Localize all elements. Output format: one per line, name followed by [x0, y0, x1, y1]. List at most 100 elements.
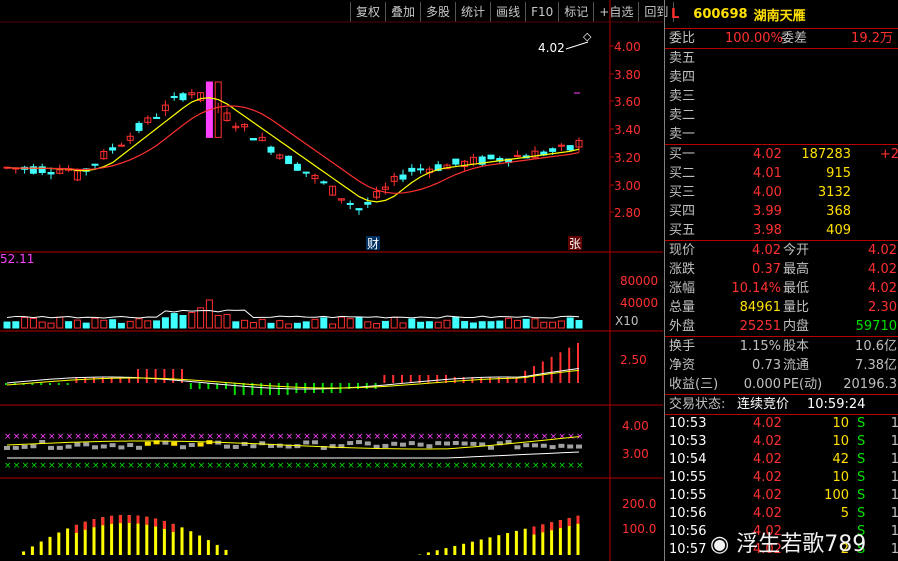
ind3-cross-bottom: × [224, 461, 232, 471]
price-axis-label: 3.20 [614, 151, 641, 165]
ind3-cross-bottom: × [118, 461, 126, 471]
ind3-cross-bottom: × [418, 461, 426, 471]
ind3-cross-top: × [294, 432, 302, 442]
candle-body [267, 146, 275, 153]
trade-status-row: 交易状态: 连续竞价 10:59:24 [665, 395, 898, 415]
tick-side: S [857, 452, 866, 467]
ind3-cross-bottom: × [550, 461, 558, 471]
ind3-cross-top: × [268, 432, 276, 442]
tick-time: 10:53 [669, 434, 707, 449]
tick-volume: 100 [824, 488, 849, 503]
ind3-cross-top: × [558, 432, 566, 442]
tick-volume: 42 [832, 452, 849, 467]
buy-row: 买五 3.98 409 [665, 221, 898, 240]
watermark: ◉ 浮生若歌789 [710, 526, 866, 558]
volume-bar [276, 320, 284, 329]
volume-bar [557, 320, 565, 329]
ind3-cross-top: × [215, 432, 223, 442]
ind3-block [549, 445, 556, 450]
ind3-axis-label: 4.00 [622, 419, 649, 433]
volume-bar [241, 319, 249, 329]
tick-side: S [857, 434, 866, 449]
ind3-cross-bottom: × [171, 461, 179, 471]
ind3-cross-bottom: × [66, 461, 74, 471]
ind3-cross-bottom: × [242, 461, 250, 471]
ind3-cross-top: × [462, 432, 470, 442]
stat-row: 总量 84961 量比 2.30 [665, 298, 898, 317]
ind3-block [100, 444, 107, 449]
stat-label: 换手 [669, 339, 696, 354]
volume-bar [355, 317, 363, 329]
stat-label: 量比 [783, 300, 810, 315]
ind3-cross-bottom: × [268, 461, 276, 471]
ind3-cross-bottom: × [250, 461, 258, 471]
trade-status: 连续竞价 [737, 397, 790, 412]
ind3-block [417, 442, 424, 447]
ind3-cross-bottom: × [365, 461, 373, 471]
volume-bar [390, 316, 398, 329]
ind3-cross-top: × [198, 432, 206, 442]
sell-label: 卖四 [669, 70, 696, 85]
tick-price: 4.02 [753, 452, 782, 467]
volume-bar [346, 318, 354, 329]
ind3-block [558, 443, 565, 448]
volume-bar [267, 322, 275, 329]
tick-price: 4.02 [753, 506, 782, 521]
ind3-cross-bottom: × [409, 461, 417, 471]
ind3-cross-top: × [523, 432, 531, 442]
trade-time: 10:59:24 [807, 397, 866, 412]
ind3-cross-bottom: × [400, 461, 408, 471]
ind3-cross-bottom: × [514, 461, 522, 471]
ind3-cross-top: × [488, 432, 496, 442]
stock-code[interactable]: 600698 [693, 7, 747, 22]
ind3-cross-bottom: × [145, 461, 153, 471]
candle-body [355, 208, 363, 211]
tick-time: 10:56 [669, 524, 707, 539]
chart-canvas[interactable]: 4.00 3.80 3.60 3.40 3.20 3.00 2.80 4.02 ◇ 财 张 52.11… [0, 0, 663, 561]
ind3-cross-bottom: × [576, 461, 584, 471]
volume-bar [329, 323, 337, 329]
ind3-cross-top: × [391, 432, 399, 442]
candle-body [153, 116, 161, 119]
buy-row: 买四 3.99 368 [665, 202, 898, 221]
tick-price: 4.02 [753, 488, 782, 503]
ind3-block [540, 443, 547, 448]
ind3-block [576, 444, 582, 449]
kline-chart-area[interactable]: 复权 叠加 多股 统计 画线 F10 标记 +自选 回到 4.00 3.80 3.60 3.40 3.2… [0, 0, 675, 561]
ind3-cross-top: × [418, 432, 426, 442]
ind3-cross-top: × [435, 432, 443, 442]
ind3-block [382, 443, 389, 448]
ind3-block [65, 444, 72, 449]
ind3-cross-bottom: × [92, 461, 100, 471]
ind3-block [171, 441, 178, 446]
stat-label: 涨跌 [669, 262, 696, 277]
ind3-cross-top: × [409, 432, 417, 442]
volume-bar [29, 317, 37, 329]
stat-value: 0.73 [752, 358, 781, 373]
buy-price: 3.98 [753, 223, 782, 238]
volume-bar [443, 319, 451, 329]
ind3-cross-top: × [162, 432, 170, 442]
ind3-block [444, 441, 450, 446]
stat-label: 净资 [669, 358, 696, 373]
ind3-cross-top: × [57, 432, 65, 442]
ind3-cross-top: × [83, 432, 91, 442]
ind3-cross-bottom: × [330, 461, 338, 471]
ind3-block [514, 445, 521, 450]
volume-bar [205, 299, 213, 329]
ind3-block [30, 444, 37, 449]
volume-bar [496, 320, 504, 329]
ind3-block [303, 440, 310, 445]
weicha-label: 委差 [781, 31, 808, 46]
volume-bar [3, 321, 11, 329]
stat-value: 0.37 [752, 262, 781, 277]
ind3-cross-top: × [497, 432, 505, 442]
volume-bar [487, 321, 495, 329]
stock-name[interactable]: 湖南天雁 [754, 5, 806, 24]
ind3-cross-bottom: × [189, 461, 197, 471]
candle-body [47, 172, 55, 175]
ind3-cross-bottom: × [215, 461, 223, 471]
ind3-cross-top: × [330, 432, 338, 442]
ind3-cross-bottom: × [39, 461, 47, 471]
ind3-cross-bottom: × [277, 461, 285, 471]
